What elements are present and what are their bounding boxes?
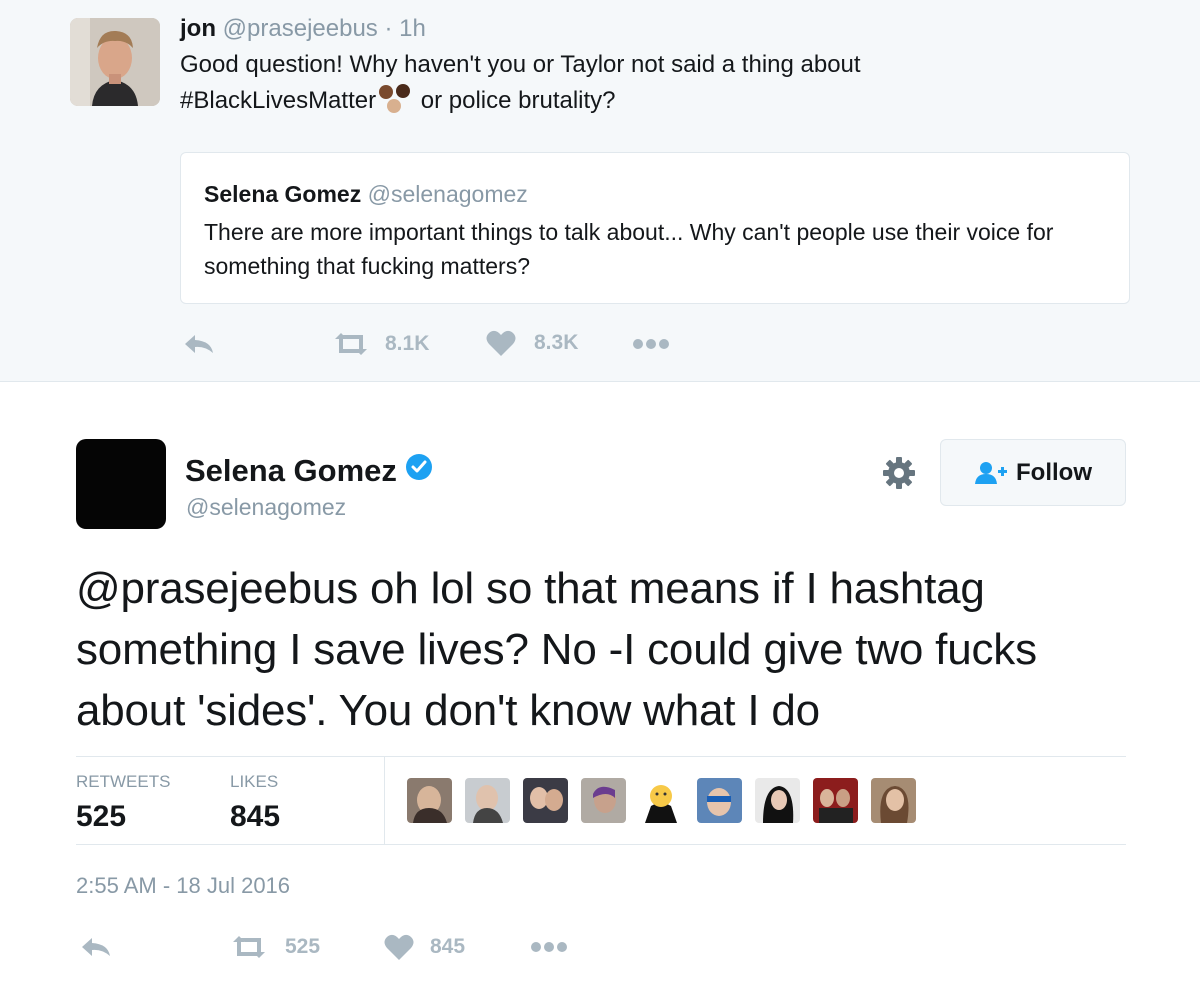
- add-user-icon: [975, 461, 1007, 484]
- follow-label: Follow: [1016, 458, 1092, 486]
- reply-author-name[interactable]: jon: [180, 15, 216, 42]
- reply-tweet: jon @prasejeebus · 1h Good question! Why…: [0, 0, 1200, 382]
- reply-icon: [82, 938, 110, 956]
- heart-icon: [486, 330, 516, 356]
- liker-avatars: [407, 778, 929, 823]
- reply-icon: [185, 335, 213, 353]
- liker-avatar[interactable]: [523, 778, 568, 823]
- gear-icon: [883, 457, 915, 489]
- main-retweet-count: 525: [285, 935, 321, 958]
- stats-top-divider: [76, 756, 1126, 757]
- liker-avatar[interactable]: [581, 778, 626, 823]
- stats-separator: [384, 757, 385, 844]
- main-more-button[interactable]: [530, 941, 568, 953]
- main-reply-button[interactable]: [80, 936, 112, 958]
- liker-avatar[interactable]: [813, 778, 858, 823]
- selena-avatar[interactable]: [76, 439, 166, 529]
- like-button[interactable]: 8.3K: [486, 329, 578, 357]
- liker-avatar[interactable]: [639, 778, 684, 823]
- tweet-timestamp[interactable]: 2:55 AM - 18 Jul 2016: [76, 872, 290, 900]
- reply-time[interactable]: 1h: [399, 15, 426, 42]
- jon-avatar[interactable]: [70, 18, 160, 106]
- main-author-name-row: Selena Gomez: [185, 452, 433, 490]
- reply-text-after-hashtag: or police brutality?: [420, 87, 616, 114]
- main-author-handle[interactable]: @selenagomez: [186, 492, 346, 522]
- reply-text: Good question! Why haven't you or Taylor…: [180, 48, 1140, 118]
- retweets-stat-value: 525: [76, 800, 127, 833]
- main-like-button[interactable]: 845: [384, 933, 465, 961]
- reply-button[interactable]: [183, 333, 215, 355]
- settings-gear-button[interactable]: [881, 455, 917, 496]
- more-icon: [633, 339, 669, 349]
- more-icon: [531, 942, 567, 952]
- retweets-stat-label: RETWEETS: [76, 772, 171, 791]
- main-tweet-text: @prasejeebus oh lol so that means if I h…: [76, 558, 1136, 741]
- main-retweet-button[interactable]: 525: [229, 934, 320, 960]
- retweet-button[interactable]: 8.1K: [331, 331, 429, 357]
- reply-author-handle[interactable]: @prasejeebus: [223, 15, 378, 42]
- stats-bottom-divider: [76, 844, 1126, 845]
- raised-fists-emoji-icon: [376, 82, 414, 113]
- mention-link[interactable]: @prasejeebus: [76, 564, 358, 613]
- heart-icon: [384, 934, 414, 960]
- quoted-tweet-card[interactable]: Selena Gomez @selenagomez There are more…: [180, 152, 1130, 304]
- like-count: 8.3K: [534, 331, 579, 354]
- quoted-author-handle: @selenagomez: [367, 181, 528, 207]
- more-button[interactable]: [632, 338, 670, 350]
- retweet-icon: [233, 936, 265, 958]
- retweet-icon: [335, 333, 367, 355]
- liker-avatar[interactable]: [465, 778, 510, 823]
- likes-stat-value: 845: [230, 800, 281, 833]
- liker-avatar[interactable]: [697, 778, 742, 823]
- quoted-author-name: Selena Gomez: [204, 181, 362, 207]
- liker-avatar[interactable]: [755, 778, 800, 823]
- main-like-count: 845: [430, 935, 466, 958]
- quoted-tweet-header: Selena Gomez @selenagomez: [204, 179, 528, 209]
- liker-avatar[interactable]: [871, 778, 916, 823]
- reply-header: jon @prasejeebus · 1h: [180, 14, 426, 44]
- quoted-tweet-text: There are more important things to talk …: [204, 219, 1054, 279]
- hashtag-link[interactable]: #BlackLivesMatter: [180, 87, 376, 114]
- liker-avatar[interactable]: [407, 778, 452, 823]
- likes-stat-label: LIKES: [230, 772, 279, 791]
- follow-button[interactable]: Follow: [940, 439, 1126, 506]
- retweets-stat[interactable]: RETWEETS 525: [76, 772, 170, 836]
- reply-separator: ·: [384, 15, 393, 42]
- retweet-count: 8.1K: [385, 332, 430, 355]
- likes-stat[interactable]: LIKES 845: [230, 772, 280, 836]
- reply-text-line1: Good question! Why haven't you or Taylor…: [180, 51, 861, 78]
- verified-badge-icon: [405, 452, 433, 490]
- main-author-name[interactable]: Selena Gomez: [185, 452, 397, 490]
